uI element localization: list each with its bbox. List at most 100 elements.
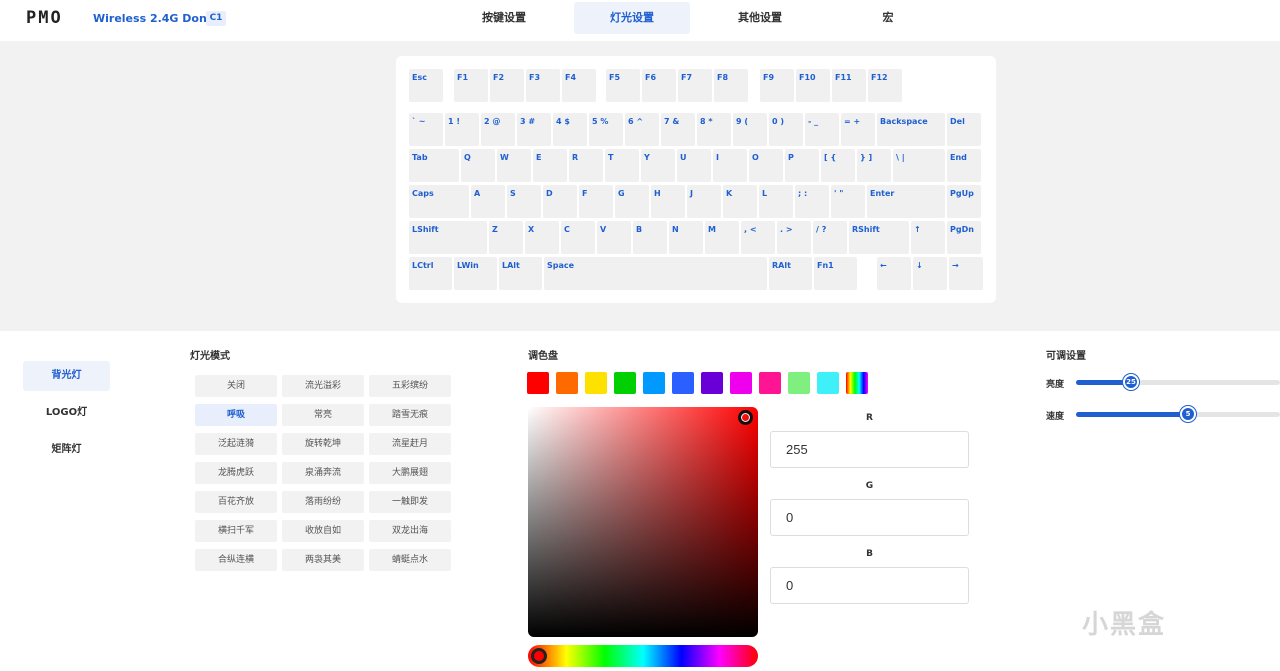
key[interactable]: Fn1 <box>814 257 857 290</box>
key[interactable]: 0 ) <box>769 113 803 146</box>
color-swatch[interactable] <box>585 372 607 394</box>
color-swatch[interactable] <box>759 372 781 394</box>
key[interactable]: 8 * <box>697 113 731 146</box>
mode-option[interactable]: 落雨纷纷 <box>282 491 364 513</box>
key[interactable]: T <box>605 149 639 182</box>
key[interactable]: 3 # <box>517 113 551 146</box>
key[interactable]: Enter <box>867 185 945 218</box>
key[interactable]: Q <box>461 149 495 182</box>
key[interactable]: O <box>749 149 783 182</box>
key[interactable]: PgDn <box>947 221 981 254</box>
key[interactable]: F12 <box>868 69 902 102</box>
key[interactable]: Caps <box>409 185 469 218</box>
color-swatch[interactable] <box>643 372 665 394</box>
mode-option[interactable]: 合纵连横 <box>195 549 277 571</box>
mode-option[interactable]: 流光溢彩 <box>282 375 364 397</box>
b-input[interactable] <box>770 567 969 604</box>
key[interactable]: ' " <box>831 185 865 218</box>
key[interactable]: C <box>561 221 595 254</box>
key[interactable]: U <box>677 149 711 182</box>
key[interactable]: F3 <box>526 69 560 102</box>
key[interactable]: L <box>759 185 793 218</box>
key[interactable]: } ] <box>857 149 891 182</box>
key[interactable]: G <box>615 185 649 218</box>
mode-option[interactable]: 大鹏展翅 <box>369 462 451 484</box>
key[interactable]: N <box>669 221 703 254</box>
key[interactable]: W <box>497 149 531 182</box>
color-swatch[interactable] <box>527 372 549 394</box>
key[interactable]: H <box>651 185 685 218</box>
mode-option[interactable]: 流星赶月 <box>369 433 451 455</box>
key[interactable]: RAlt <box>769 257 812 290</box>
key[interactable]: PgUp <box>947 185 981 218</box>
key[interactable]: 7 & <box>661 113 695 146</box>
key[interactable]: J <box>687 185 721 218</box>
key[interactable]: LCtrl <box>409 257 452 290</box>
mode-option[interactable]: 双龙出海 <box>369 520 451 542</box>
key[interactable]: Backspace <box>877 113 945 146</box>
sidebar-item-backlight[interactable]: 背光灯 <box>23 361 110 391</box>
key[interactable]: ↓ <box>913 257 947 290</box>
mode-option[interactable]: 关闭 <box>195 375 277 397</box>
key[interactable]: . > <box>777 221 811 254</box>
key[interactable]: 4 $ <box>553 113 587 146</box>
key[interactable]: 5 % <box>589 113 623 146</box>
key[interactable]: F6 <box>642 69 676 102</box>
hue-handle[interactable] <box>531 648 547 664</box>
key[interactable]: \ | <box>893 149 945 182</box>
key[interactable]: X <box>525 221 559 254</box>
sidebar-item-matrix-light[interactable]: 矩阵灯 <box>23 435 110 465</box>
r-input[interactable] <box>770 431 969 468</box>
mode-option[interactable]: 旋转乾坤 <box>282 433 364 455</box>
key[interactable]: F9 <box>760 69 794 102</box>
key[interactable]: 1 ! <box>445 113 479 146</box>
brightness-thumb[interactable]: 25 <box>1123 374 1139 390</box>
color-swatch[interactable] <box>701 372 723 394</box>
key[interactable]: Del <box>947 113 981 146</box>
saturation-value-picker[interactable] <box>528 407 758 637</box>
mode-option[interactable]: 常亮 <box>282 404 364 426</box>
mode-option[interactable]: 一触即发 <box>369 491 451 513</box>
key[interactable]: RShift <box>849 221 909 254</box>
color-swatch[interactable] <box>846 372 868 394</box>
key[interactable]: I <box>713 149 747 182</box>
key[interactable]: M <box>705 221 739 254</box>
mode-option[interactable]: 泛起涟漪 <box>195 433 277 455</box>
tab-key-settings[interactable]: 按键设置 <box>446 2 562 34</box>
color-swatch[interactable] <box>672 372 694 394</box>
key[interactable]: LAlt <box>499 257 542 290</box>
mode-option[interactable]: 百花齐放 <box>195 491 277 513</box>
key[interactable]: - _ <box>805 113 839 146</box>
key[interactable]: D <box>543 185 577 218</box>
color-swatch[interactable] <box>788 372 810 394</box>
tab-light-settings[interactable]: 灯光设置 <box>574 2 690 34</box>
mode-option[interactable]: 泉涌奔流 <box>282 462 364 484</box>
key[interactable]: F1 <box>454 69 488 102</box>
key[interactable]: ; : <box>795 185 829 218</box>
color-swatch[interactable] <box>556 372 578 394</box>
key[interactable]: F7 <box>678 69 712 102</box>
mode-option[interactable]: 龙腾虎跃 <box>195 462 277 484</box>
key[interactable]: End <box>947 149 981 182</box>
key[interactable]: → <box>949 257 983 290</box>
key[interactable]: Esc <box>409 69 443 102</box>
g-input[interactable] <box>770 499 969 536</box>
key[interactable]: 2 @ <box>481 113 515 146</box>
key[interactable]: R <box>569 149 603 182</box>
key[interactable]: A <box>471 185 505 218</box>
speed-thumb[interactable]: 5 <box>1180 406 1196 422</box>
picker-handle[interactable] <box>738 410 753 425</box>
key[interactable]: F8 <box>714 69 748 102</box>
key[interactable]: B <box>633 221 667 254</box>
color-swatch[interactable] <box>817 372 839 394</box>
key[interactable]: ← <box>877 257 911 290</box>
mode-option[interactable]: 两袅其美 <box>282 549 364 571</box>
key[interactable]: Tab <box>409 149 459 182</box>
mode-option[interactable]: 五彩缤纷 <box>369 375 451 397</box>
key[interactable]: F10 <box>796 69 830 102</box>
key[interactable]: = + <box>841 113 875 146</box>
key[interactable]: LShift <box>409 221 487 254</box>
color-swatch[interactable] <box>614 372 636 394</box>
mode-option[interactable]: 横扫千军 <box>195 520 277 542</box>
key[interactable]: F2 <box>490 69 524 102</box>
